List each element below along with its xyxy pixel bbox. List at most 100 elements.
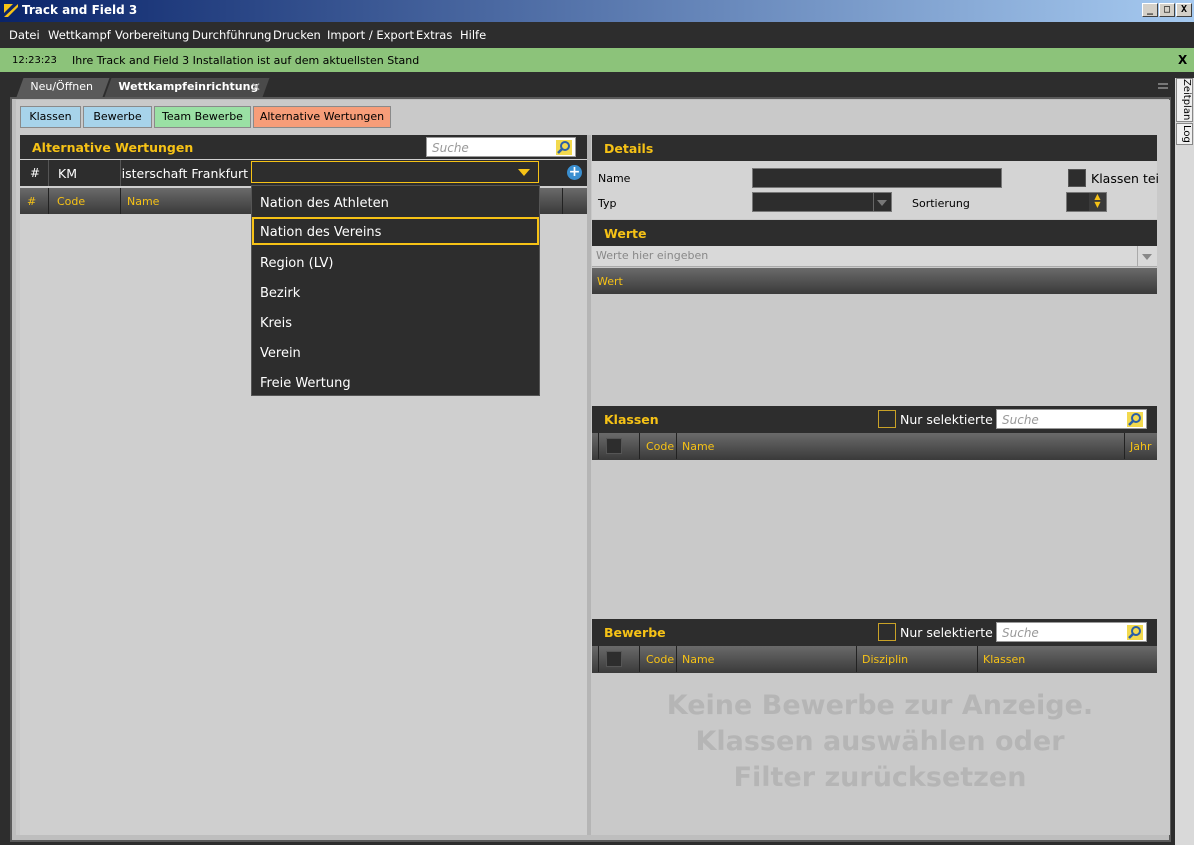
tab-menu-icon[interactable] [1158,83,1168,89]
col-klassen-name[interactable]: Name [682,440,714,453]
details-title: Details [604,141,654,156]
klassen-column-header: Code Name Jahr [592,433,1157,460]
search-placeholder: Suche [1002,413,1039,427]
typ-select[interactable] [752,192,892,212]
notification-message: Ihre Track and Field 3 Installation ist … [72,54,420,67]
splitter[interactable] [587,135,591,835]
klassen-header: Klassen Nur selektierte Suche [592,406,1157,433]
menu-bar: Datei Wettkampf Vorbereitung Durchführun… [0,22,1194,48]
row-hash: # [30,166,41,180]
divider [562,188,563,214]
col-klassen-code[interactable]: Code [646,440,674,453]
title-bar: Track and Field 3 _ □ X [0,0,1194,22]
empty-message-line: Klassen auswählen oder [695,726,1065,757]
alt-wertungen-title: Alternative Wertungen [32,140,194,155]
col-bewerbe-disziplin[interactable]: Disziplin [862,653,908,666]
chevron-down-icon [877,200,887,206]
add-button[interactable]: + [567,165,582,180]
notification-close-button[interactable]: X [1178,53,1187,67]
chevron-down-icon [518,169,530,176]
col-bewerbe-name[interactable]: Name [682,653,714,666]
tab-team-bewerbe[interactable]: Team Bewerbe [154,106,251,128]
name-label: Name [598,172,631,185]
side-tab-zeitplan[interactable]: Zeitplan [1176,78,1193,122]
divider [598,433,599,459]
bewerbe-title: Bewerbe [604,625,666,640]
search-icon[interactable] [556,140,572,155]
bewerbe-search-input[interactable]: Suche [996,622,1147,642]
side-panel: Zeitplan Log [1175,78,1194,845]
alt-wertungen-search-input[interactable]: Suche [426,137,576,157]
divider [120,160,121,186]
side-tab-log[interactable]: Log [1176,123,1193,145]
option-nation-athleten[interactable]: Nation des Athleten [252,188,539,216]
option-freie-wertung[interactable]: Freie Wertung [252,368,539,396]
tab-bewerbe[interactable]: Bewerbe [83,106,152,128]
klassen-search-input[interactable]: Suche [996,409,1147,429]
werte-column-header: Wert [592,268,1157,294]
name-input[interactable] [752,168,1002,188]
option-nation-vereins[interactable]: Nation des Vereins [252,217,539,245]
notification-bar: 12:23:23 Ihre Track and Field 3 Installa… [0,48,1194,72]
close-tab-icon[interactable]: ✕ [251,80,261,94]
close-window-button[interactable]: X [1176,3,1192,17]
option-verein[interactable]: Verein [252,338,539,366]
sortierung-stepper[interactable]: ▲ ▼ [1066,192,1107,212]
bewerbe-nur-selektierte-checkbox[interactable] [878,623,896,641]
werte-title: Werte [604,226,647,241]
alt-wertungen-header: Alternative Wertungen Suche [20,135,587,159]
werte-input[interactable]: Werte hier eingeben [592,246,1157,267]
minimize-button[interactable]: _ [1142,3,1158,17]
chevron-down-icon[interactable] [1142,254,1152,260]
divider [676,646,677,672]
tab-klassen[interactable]: Klassen [20,106,81,128]
bewerbe-filter-label: Nur selektierte [900,625,993,640]
menu-durchfuehrung[interactable]: Durchführung [192,28,271,42]
app-logo-icon [4,4,18,17]
search-icon[interactable] [1127,412,1143,427]
menu-vorbereitung[interactable]: Vorbereitung [115,28,189,42]
bewerbe-select-all-checkbox[interactable] [606,651,622,667]
klassen-nur-selektierte-checkbox[interactable] [878,410,896,428]
col-klassen-jahr[interactable]: Jahr [1130,440,1151,453]
col-bewerbe-code[interactable]: Code [646,653,674,666]
klassen-filter-label: Nur selektierte [900,412,993,427]
col-wert[interactable]: Wert [597,275,623,288]
menu-datei[interactable]: Datei [9,28,40,42]
sortierung-label: Sortierung [912,197,970,210]
option-kreis[interactable]: Kreis [252,308,539,336]
menu-import-export[interactable]: Import / Export [327,28,414,42]
werte-header: Werte [592,220,1157,246]
stepper-arrows-icon[interactable]: ▲ ▼ [1089,193,1106,211]
doc-tab-wk-label: Wettkampfeinrichtung [118,80,259,93]
notification-time: 12:23:23 [12,55,57,66]
menu-drucken[interactable]: Drucken [273,28,321,42]
col-code[interactable]: Code [57,195,85,208]
maximize-button[interactable]: □ [1159,3,1175,17]
type-dropdown-list: Nation des Athleten Nation des Vereins R… [251,185,540,396]
empty-message-line: Keine Bewerbe zur Anzeige. [666,690,1094,721]
klassen-title: Klassen [604,412,659,427]
option-region-lv[interactable]: Region (LV) [252,248,539,276]
divider [873,193,874,211]
search-icon[interactable] [1127,625,1143,640]
divider [639,433,640,459]
menu-wettkampf[interactable]: Wettkampf [48,28,111,42]
klassen-checkbox[interactable] [1068,169,1086,187]
klassen-select-all-checkbox[interactable] [606,438,622,454]
col-name[interactable]: Name [127,195,159,208]
empty-message-line: Filter zurücksetzen [733,762,1027,793]
search-placeholder: Suche [432,141,469,155]
doc-tab-wettkampfeinrichtung[interactable]: Wettkampfeinrichtung [104,78,270,97]
col-hash[interactable]: # [27,195,36,208]
divider [598,646,599,672]
menu-extras[interactable]: Extras [416,28,452,42]
divider [639,646,640,672]
divider [1124,433,1125,459]
menu-hilfe[interactable]: Hilfe [460,28,486,42]
col-bewerbe-klassen[interactable]: Klassen [983,653,1025,666]
type-combobox[interactable] [251,161,539,183]
doc-tab-neu-oeffnen[interactable]: Neu/Öffnen [16,78,110,97]
tab-alternative-wertungen[interactable]: Alternative Wertungen [253,106,391,128]
option-bezirk[interactable]: Bezirk [252,278,539,306]
